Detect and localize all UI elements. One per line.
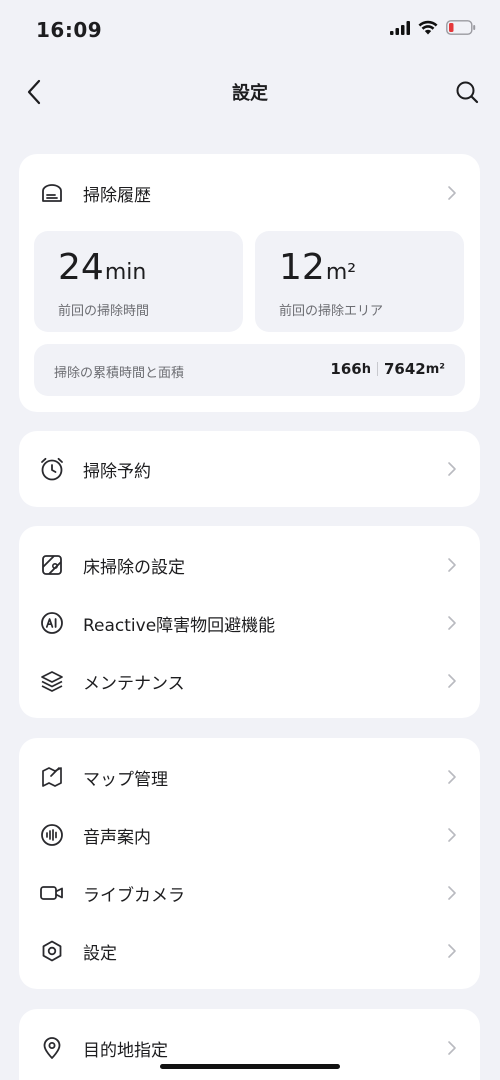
alarm-clock-icon <box>39 456 65 482</box>
last-cleaning-area-box: 12m² 前回の掃除エリア <box>255 231 464 332</box>
last-area-number: 12 <box>279 247 325 288</box>
chevron-right-icon <box>448 186 456 200</box>
map-management-label: マップ管理 <box>83 769 168 790</box>
maintenance-label: メンテナンス <box>83 673 185 694</box>
map-management-row[interactable]: マップ管理 <box>19 748 480 806</box>
chevron-right-icon <box>448 462 456 476</box>
status-bar: 16:09 <box>0 0 500 60</box>
history-card: 掃除履歴 24min 前回の掃除時間 12m² 前回の掃除エリア 掃除の累積時間… <box>19 154 480 412</box>
chevron-right-icon <box>448 944 456 958</box>
schedule-row[interactable]: 掃除予約 <box>19 440 480 498</box>
obstacle-avoidance-label: Reactive障害物回避機能 <box>83 615 276 636</box>
home-indicator[interactable] <box>160 1064 340 1069</box>
device-settings-label: 設定 <box>83 943 117 964</box>
map-icon <box>39 764 65 790</box>
status-icons <box>390 20 476 35</box>
destination-card: 目的地指定 <box>19 1009 480 1080</box>
last-cleaning-time-value: 24min <box>58 247 146 288</box>
chevron-right-icon <box>448 886 456 900</box>
history-icon <box>39 180 65 206</box>
cumulative-totals-label: 掃除の累積時間と面積 <box>54 366 185 381</box>
chevron-right-icon <box>448 1041 456 1055</box>
camera-icon <box>39 880 65 906</box>
layers-icon <box>39 668 65 694</box>
history-label: 掃除履歴 <box>83 185 151 206</box>
hexagon-settings-icon <box>39 938 65 964</box>
last-time-number: 24 <box>58 247 104 288</box>
live-camera-label: ライブカメラ <box>83 885 185 906</box>
maintenance-row[interactable]: メンテナンス <box>19 652 480 710</box>
live-camera-row[interactable]: ライブカメラ <box>19 864 480 922</box>
voice-icon <box>39 822 65 848</box>
voice-guide-label: 音声案内 <box>83 827 151 848</box>
chevron-right-icon <box>448 616 456 630</box>
chevron-right-icon <box>448 770 456 784</box>
device-settings-card: マップ管理 音声案内 ライブカメラ 設定 <box>19 738 480 989</box>
last-cleaning-area-label: 前回の掃除エリア <box>279 304 384 319</box>
floor-cleaning-settings-label: 床掃除の設定 <box>83 557 185 578</box>
ai-icon <box>39 610 65 636</box>
cellular-signal-icon <box>390 20 410 35</box>
totals-divider <box>377 362 378 376</box>
floor-cleaning-settings-row[interactable]: 床掃除の設定 <box>19 536 480 594</box>
search-button[interactable] <box>450 75 484 109</box>
cleaning-settings-card: 床掃除の設定 Reactive障害物回避機能 メンテナンス <box>19 526 480 718</box>
schedule-card: 掃除予約 <box>19 431 480 507</box>
voice-guide-row[interactable]: 音声案内 <box>19 806 480 864</box>
last-area-unit: m² <box>325 260 357 285</box>
cumulative-totals-values: 166 h 7642 m² <box>330 360 445 378</box>
total-area: 7642 <box>384 360 426 378</box>
location-pin-icon <box>39 1035 65 1061</box>
last-cleaning-time-label: 前回の掃除時間 <box>58 304 150 319</box>
total-hours: 166 <box>330 360 362 378</box>
search-icon <box>456 81 479 104</box>
destination-label: 目的地指定 <box>83 1040 168 1061</box>
page-title: 設定 <box>232 83 268 104</box>
last-cleaning-area-value: 12m² <box>279 247 356 288</box>
device-settings-row[interactable]: 設定 <box>19 922 480 980</box>
last-cleaning-time-box: 24min 前回の掃除時間 <box>34 231 243 332</box>
chevron-right-icon <box>448 674 456 688</box>
settings-screen: 16:09 設定 掃除履歴 24min 前回の掃除時間 12m² 前回の掃除エリ… <box>0 0 500 1080</box>
floor-cleaning-icon <box>39 552 65 578</box>
total-hours-unit: h <box>361 361 371 377</box>
chevron-right-icon <box>448 828 456 842</box>
chevron-right-icon <box>448 558 456 572</box>
last-time-unit: min <box>104 260 147 285</box>
history-row[interactable]: 掃除履歴 <box>19 164 480 222</box>
wifi-icon <box>418 20 438 35</box>
battery-low-icon <box>446 20 476 35</box>
obstacle-avoidance-row[interactable]: Reactive障害物回避機能 <box>19 594 480 652</box>
navigation-bar: 設定 <box>0 62 500 122</box>
total-area-unit: m² <box>425 361 445 377</box>
cumulative-totals-box: 掃除の累積時間と面積 166 h 7642 m² <box>34 344 465 396</box>
status-time: 16:09 <box>36 18 103 42</box>
schedule-label: 掃除予約 <box>83 461 151 482</box>
